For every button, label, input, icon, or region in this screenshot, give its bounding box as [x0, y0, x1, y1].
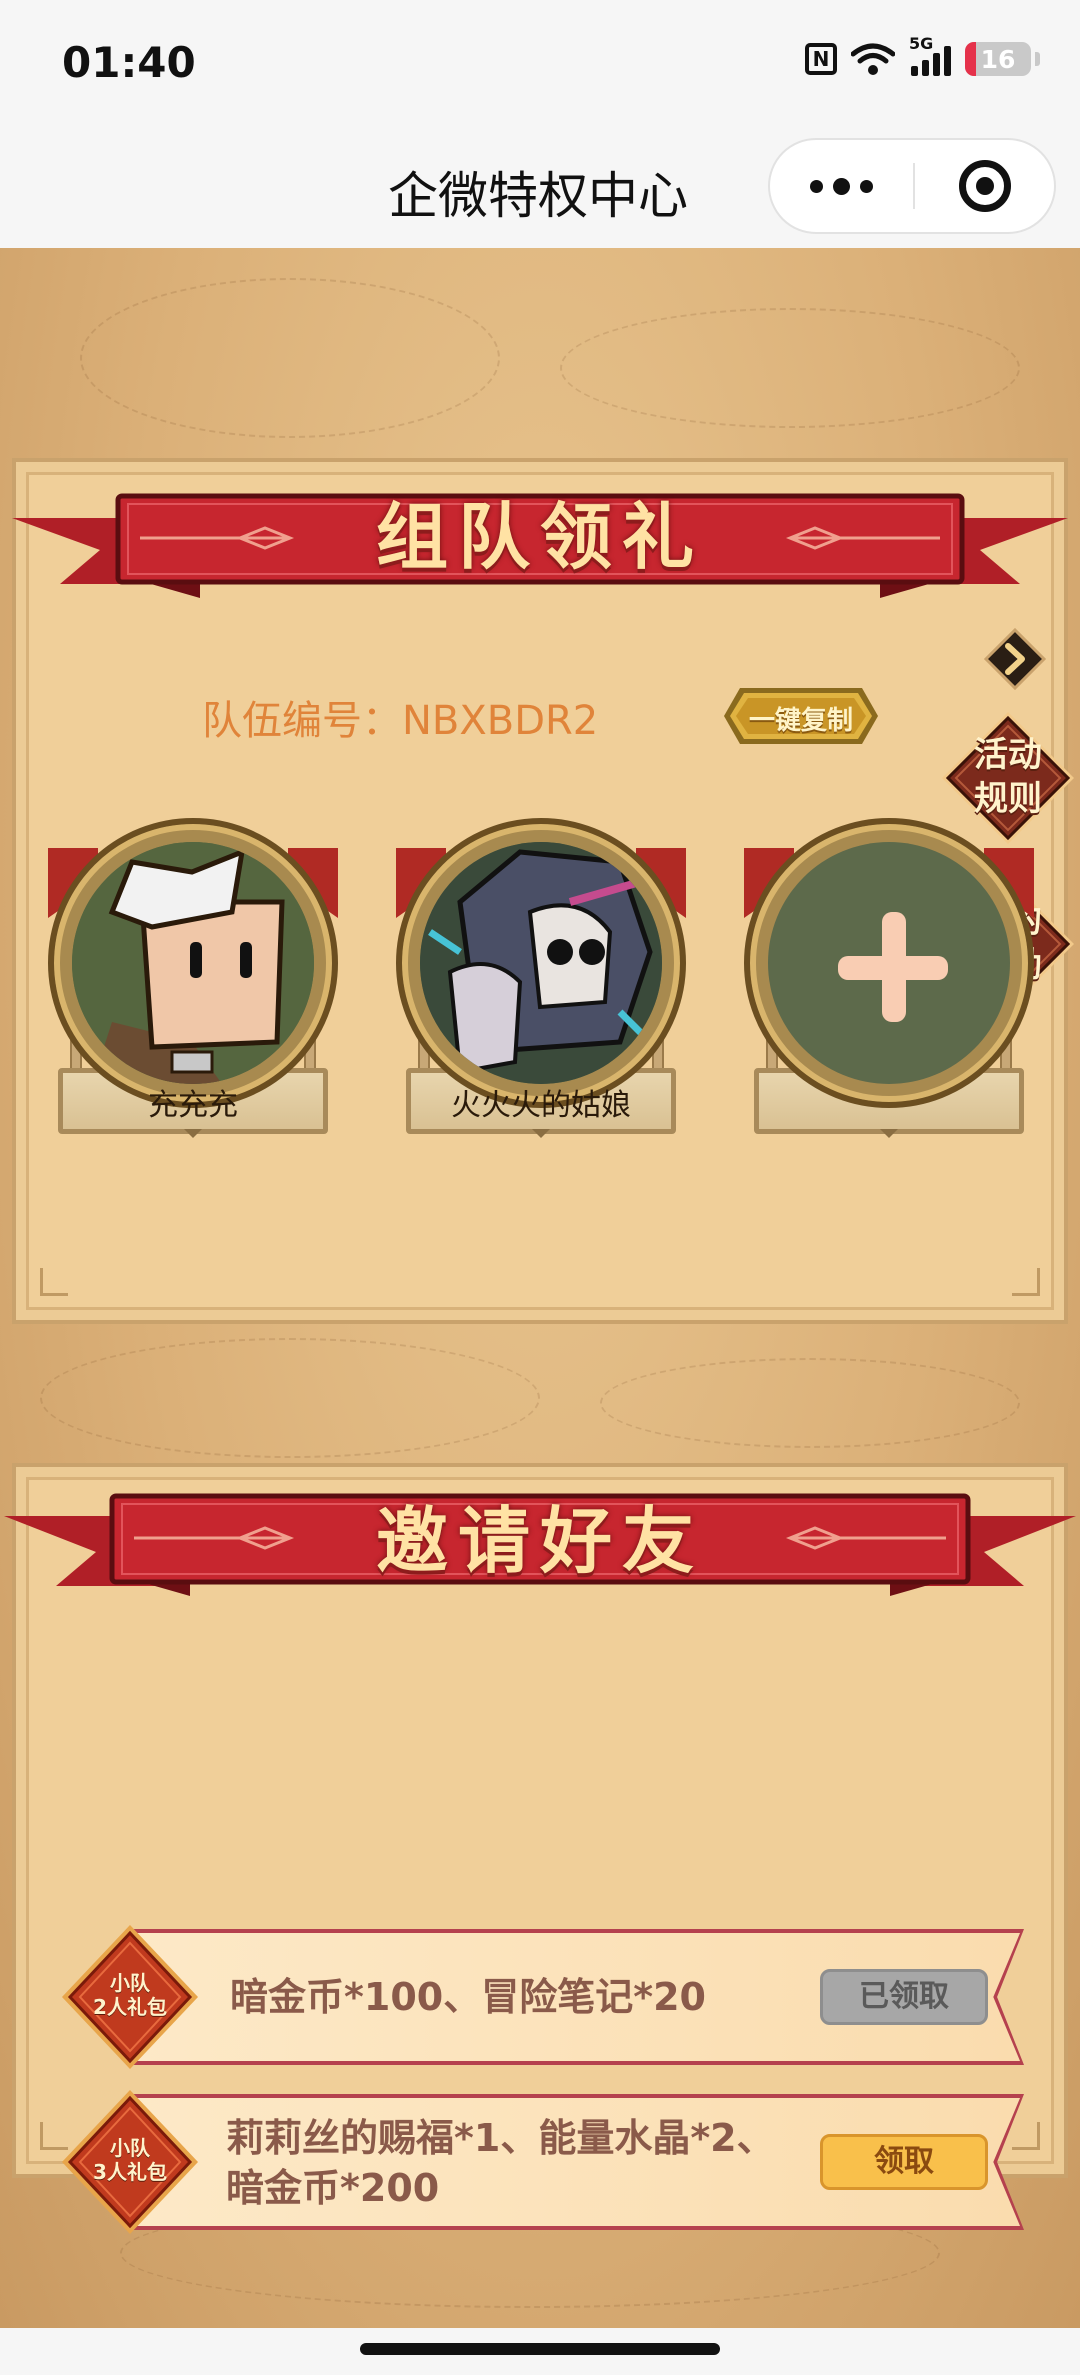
signal-icon: 5G — [909, 34, 951, 76]
team-member-2[interactable]: 火火火的姑娘 — [396, 818, 686, 1158]
more-dots-icon[interactable] — [770, 140, 913, 232]
invite-section-title: 邀请好友 — [375, 1499, 704, 1583]
home-indicator[interactable] — [360, 2343, 720, 2355]
network-type: 5G — [909, 34, 934, 53]
status-icons: N 5G 16 — [805, 34, 1040, 76]
member-avatar — [72, 842, 314, 1084]
badge-label-1: 小队 — [110, 1971, 150, 1995]
game-background: 组队领礼 队伍编号：NBXBDR2 一键复制 活动 规则 充充充 火火火的姑娘 … — [0, 248, 1080, 2328]
invite-ribbon: 邀请好友 — [0, 1456, 1080, 1596]
team-section-title: 组队领礼 — [375, 495, 704, 579]
badge-label-2: 3人礼包 — [93, 2160, 167, 2184]
member-name: 充充充 — [148, 1088, 238, 1123]
reward-row-2-person: 小队 2人礼包 暗金币*100、冒险笔记*20 已领取 — [60, 1923, 1024, 2069]
add-member-slot[interactable] — [744, 818, 1034, 1158]
badge-label-2: 2人礼包 — [93, 1995, 167, 2019]
team-id-text: 队伍编号：NBXBDR2 — [202, 698, 599, 744]
next-arrow-icon[interactable] — [984, 628, 1046, 690]
badge-label-1: 小队 — [110, 2136, 150, 2160]
battery-level — [965, 42, 976, 76]
miniprogram-capsule — [768, 138, 1056, 234]
team-member-1[interactable]: 充充充 — [48, 818, 338, 1158]
battery-icon: 16 — [965, 42, 1031, 76]
member-avatar — [420, 842, 662, 1084]
reward-description-line-2: 暗金币*200 — [226, 2166, 440, 2210]
close-miniprogram-icon[interactable] — [915, 140, 1054, 232]
rules-label-1: 活动 — [974, 735, 1042, 775]
reward-description-line-1: 莉莉丝的赐福*1、能量水晶*2、 — [226, 2116, 775, 2160]
status-time: 01:40 — [62, 38, 196, 87]
copy-team-id-button[interactable]: 一键复制 — [722, 686, 880, 746]
team-ribbon: 组队领礼 — [0, 458, 1080, 598]
claimed-button[interactable]: 已领取 — [820, 1969, 988, 2025]
battery-text: 16 — [980, 44, 1016, 74]
nfc-icon: N — [805, 43, 837, 75]
member-name: 火火火的姑娘 — [451, 1088, 631, 1123]
reward-description: 暗金币*100、冒险笔记*20 — [230, 1975, 706, 2019]
copy-button-label: 一键复制 — [748, 706, 853, 736]
page-title: 企微特权中心 — [388, 167, 688, 225]
nav-bar: 企微特权中心 — [0, 130, 1080, 248]
claim-button[interactable]: 领取 — [820, 2134, 988, 2190]
status-bar: 01:40 N 5G 16 — [0, 0, 1080, 130]
rules-label-2: 规则 — [974, 779, 1042, 819]
wifi-icon — [851, 43, 895, 75]
reward-row-3-person: 小队 3人礼包 莉莉丝的赐福*1、能量水晶*2、 暗金币*200 领取 — [60, 2088, 1024, 2234]
